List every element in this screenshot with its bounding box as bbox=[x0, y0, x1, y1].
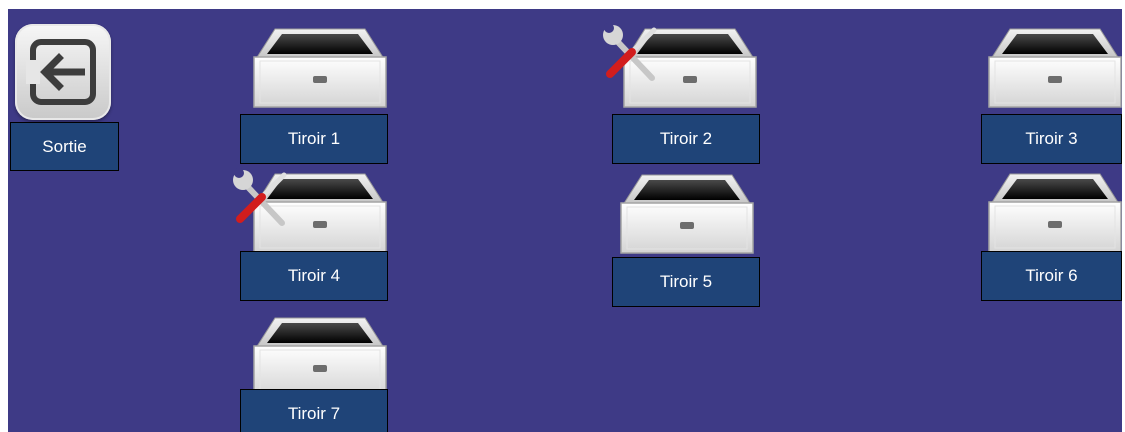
exit-label[interactable]: Sortie bbox=[10, 122, 119, 171]
drawer-1-label[interactable]: Tiroir 1 bbox=[240, 114, 388, 164]
drawer-2[interactable] bbox=[603, 23, 757, 109]
drawer-7[interactable] bbox=[253, 316, 387, 398]
drawer-icon bbox=[253, 28, 387, 108]
drawer-4-label[interactable]: Tiroir 4 bbox=[240, 251, 388, 301]
drawer-icon bbox=[620, 174, 754, 254]
drawer-5-label[interactable]: Tiroir 5 bbox=[612, 257, 760, 307]
maintenance-icon bbox=[233, 168, 287, 226]
drawer-1[interactable] bbox=[253, 27, 387, 109]
screen: Sortie Tiroir 1 Tiroir 2 Tiroir 3 Tiroir… bbox=[8, 9, 1122, 432]
drawer-icon bbox=[253, 317, 387, 397]
exit-arrow-icon bbox=[26, 39, 96, 105]
drawer-5[interactable] bbox=[620, 173, 754, 255]
drawer-icon bbox=[988, 173, 1122, 253]
drawer-6-label[interactable]: Tiroir 6 bbox=[981, 251, 1122, 301]
drawer-icon bbox=[988, 28, 1122, 108]
drawer-6[interactable] bbox=[988, 172, 1122, 254]
drawer-3[interactable] bbox=[988, 27, 1122, 109]
maintenance-icon bbox=[603, 23, 657, 81]
drawer-7-label[interactable]: Tiroir 7 bbox=[240, 389, 388, 432]
drawer-3-label[interactable]: Tiroir 3 bbox=[981, 114, 1122, 164]
drawer-2-label[interactable]: Tiroir 2 bbox=[612, 114, 760, 164]
drawer-4[interactable] bbox=[233, 168, 387, 254]
exit-button[interactable] bbox=[15, 24, 111, 120]
